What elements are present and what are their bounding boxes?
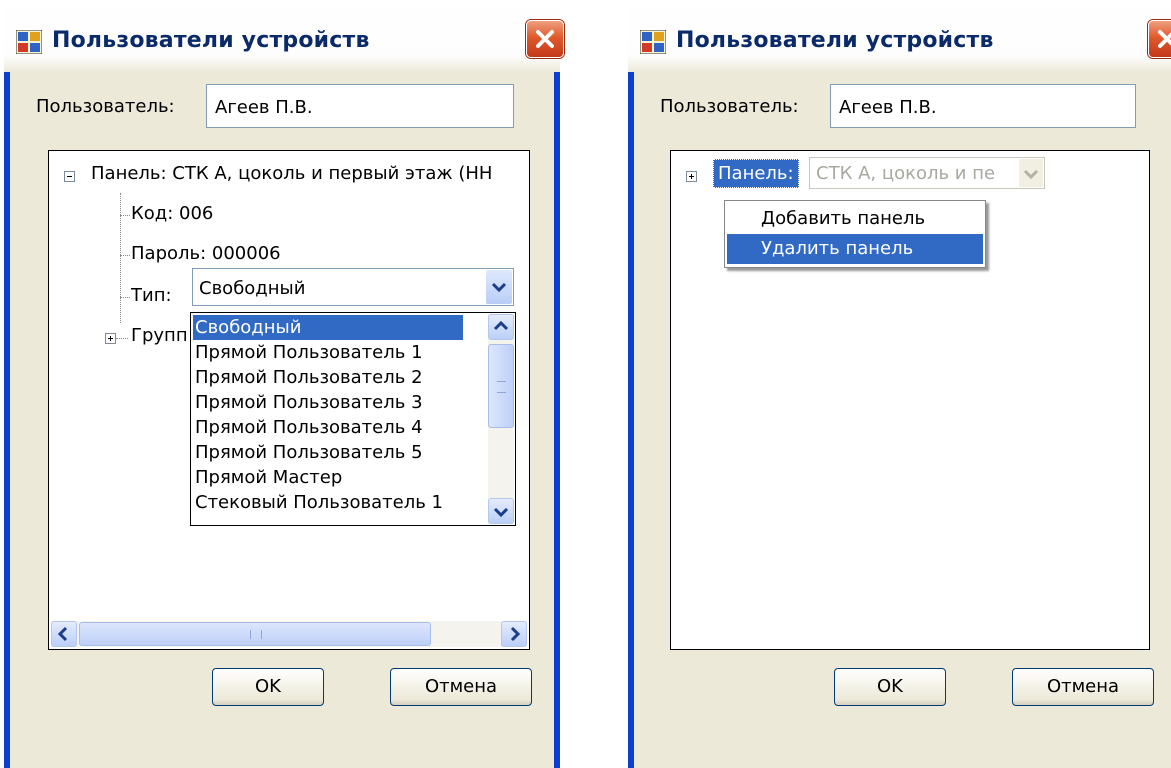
user-label: Пользователь: bbox=[36, 96, 175, 117]
collapse-icon[interactable] bbox=[64, 171, 75, 182]
panel-combobox: СТК А, цоколь и пе bbox=[809, 157, 1045, 189]
tree-node-password[interactable]: Пароль: 000006 bbox=[131, 243, 281, 264]
close-button[interactable] bbox=[526, 20, 564, 58]
arrow-down-icon bbox=[493, 507, 509, 518]
ok-button[interactable]: OK bbox=[212, 668, 324, 706]
dropdown-button bbox=[1018, 159, 1043, 187]
arrow-left-icon bbox=[57, 626, 68, 642]
tree-line bbox=[120, 255, 130, 256]
tree-node-code[interactable]: Код: 006 bbox=[131, 203, 213, 224]
arrow-right-icon bbox=[510, 626, 521, 642]
app-icon bbox=[16, 30, 42, 54]
horizontal-scrollbar[interactable] bbox=[51, 621, 527, 647]
scroll-right-button[interactable] bbox=[501, 621, 527, 647]
scroll-down-button[interactable] bbox=[488, 498, 514, 524]
context-menu: Добавить панель Удалить панель bbox=[724, 200, 986, 268]
title-bar[interactable]: Пользователи устройств bbox=[628, 0, 1171, 72]
cancel-button[interactable]: Отмена bbox=[1012, 668, 1154, 706]
ok-button[interactable]: OK bbox=[834, 668, 946, 706]
chevron-down-icon bbox=[491, 282, 507, 293]
dropdown-option[interactable]: Прямой Пользователь 4 bbox=[195, 415, 423, 440]
dropdown-option[interactable]: Прямой Пользователь 2 bbox=[195, 365, 423, 390]
type-combobox[interactable]: Свободный bbox=[192, 268, 514, 306]
tree-line bbox=[120, 193, 121, 323]
title-bar[interactable]: Пользователи устройств bbox=[4, 0, 564, 72]
window-title: Пользователи устройств bbox=[52, 28, 370, 53]
dropdown-option[interactable]: Прямой Пользователь 3 bbox=[195, 390, 423, 415]
cancel-button[interactable]: Отмена bbox=[390, 668, 532, 706]
dropdown-option[interactable]: Прямой Пользователь 5 bbox=[195, 440, 423, 465]
app-icon bbox=[640, 30, 666, 54]
tree-line bbox=[116, 338, 128, 339]
tree-line bbox=[120, 215, 130, 216]
window-title: Пользователи устройств bbox=[676, 28, 994, 53]
arrow-up-icon bbox=[493, 320, 509, 331]
menu-item-delete-panel[interactable]: Удалить панель bbox=[727, 234, 983, 264]
dropdown-option[interactable]: Прямой Пользователь 1 bbox=[195, 340, 423, 365]
menu-item-add-panel[interactable]: Добавить панель bbox=[727, 204, 983, 234]
close-button[interactable] bbox=[1148, 20, 1171, 58]
tree-line bbox=[120, 297, 130, 298]
grip-icon bbox=[497, 381, 506, 393]
dropdown-button[interactable] bbox=[485, 270, 512, 304]
tree-node-panel[interactable]: Панель: СТК А, цоколь и первый этаж (НН bbox=[91, 163, 492, 184]
type-combobox-value: Свободный bbox=[199, 278, 306, 299]
vertical-scrollbar[interactable] bbox=[488, 314, 514, 524]
scroll-left-button[interactable] bbox=[51, 621, 77, 647]
left-dialog-window: Пользователи устройств Пользователь: Аге… bbox=[4, 0, 564, 768]
tree-node-panel-label[interactable]: Панель: bbox=[713, 159, 799, 188]
close-icon bbox=[1158, 30, 1171, 48]
chevron-down-icon bbox=[1023, 169, 1039, 180]
user-field[interactable]: Агеев П.В. bbox=[206, 84, 514, 128]
right-dialog-window: Пользователи устройств Пользователь: Аге… bbox=[628, 0, 1171, 768]
tree-node-type-label: Тип: bbox=[131, 285, 172, 306]
type-dropdown-list[interactable]: Свободный Прямой Пользователь 1 Прямой П… bbox=[190, 312, 516, 526]
dropdown-option[interactable]: Стековый Пользователь 1 bbox=[195, 490, 443, 515]
dropdown-option[interactable]: Свободный bbox=[193, 315, 463, 340]
user-field[interactable]: Агеев П.В. bbox=[830, 84, 1136, 128]
dropdown-option[interactable]: Прямой Мастер bbox=[195, 465, 342, 490]
vertical-scroll-thumb[interactable] bbox=[488, 344, 514, 428]
grip-icon bbox=[250, 630, 262, 639]
horizontal-scroll-thumb[interactable] bbox=[79, 622, 431, 646]
panel-combobox-value: СТК А, цоколь и пе bbox=[816, 163, 996, 184]
user-label: Пользователь: bbox=[660, 96, 799, 117]
tree-node-group[interactable]: Групп bbox=[131, 325, 188, 346]
expand-icon[interactable] bbox=[105, 333, 116, 344]
close-icon bbox=[536, 30, 554, 48]
scroll-up-button[interactable] bbox=[488, 314, 514, 340]
expand-icon[interactable] bbox=[686, 171, 697, 182]
